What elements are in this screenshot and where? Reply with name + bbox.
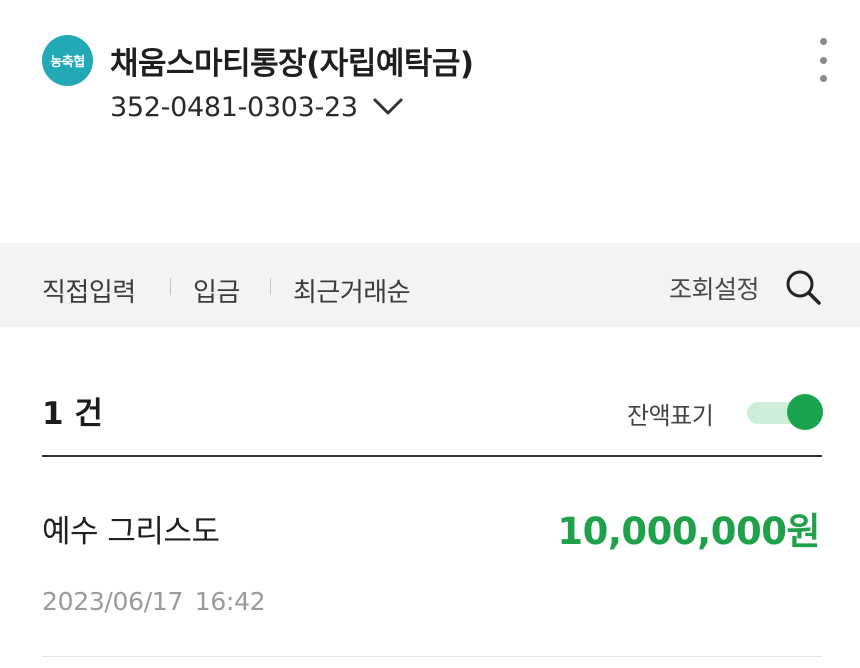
filter-recent-order[interactable]: 최근거래순 — [293, 272, 411, 309]
transaction-amount: 10,000,000원 — [557, 510, 820, 553]
filter-direct-input[interactable]: 직접입력 — [42, 272, 136, 309]
transaction-count: 1 건 — [42, 396, 103, 432]
transaction-datetime: 2023/06/17 16:42 — [42, 587, 266, 616]
more-menu-button[interactable] — [808, 38, 838, 82]
chevron-down-icon[interactable] — [372, 96, 404, 118]
account-name: 채움스마티통장(자립예탁금) — [110, 46, 474, 82]
filter-separator — [270, 278, 271, 295]
bank-logo: 농축협 — [42, 35, 93, 86]
filter-separator — [170, 278, 171, 295]
search-icon[interactable] — [784, 268, 822, 306]
list-divider — [42, 455, 822, 457]
toggle-knob — [787, 394, 823, 430]
balance-display-label: 잔액표기 — [627, 402, 714, 430]
account-number[interactable]: 352-0481-0303-23 — [110, 92, 358, 123]
filter-deposit[interactable]: 입금 — [193, 272, 240, 309]
account-header: 농축협 채움스마티통장(자립예탁금) 352-0481-0303-23 — [0, 0, 860, 243]
more-vertical-icon — [819, 38, 827, 45]
row-divider — [42, 656, 822, 657]
balance-display-toggle[interactable] — [747, 394, 823, 430]
query-settings-button[interactable]: 조회설정 — [669, 270, 760, 306]
transaction-name: 예수 그리스도 — [42, 514, 220, 550]
